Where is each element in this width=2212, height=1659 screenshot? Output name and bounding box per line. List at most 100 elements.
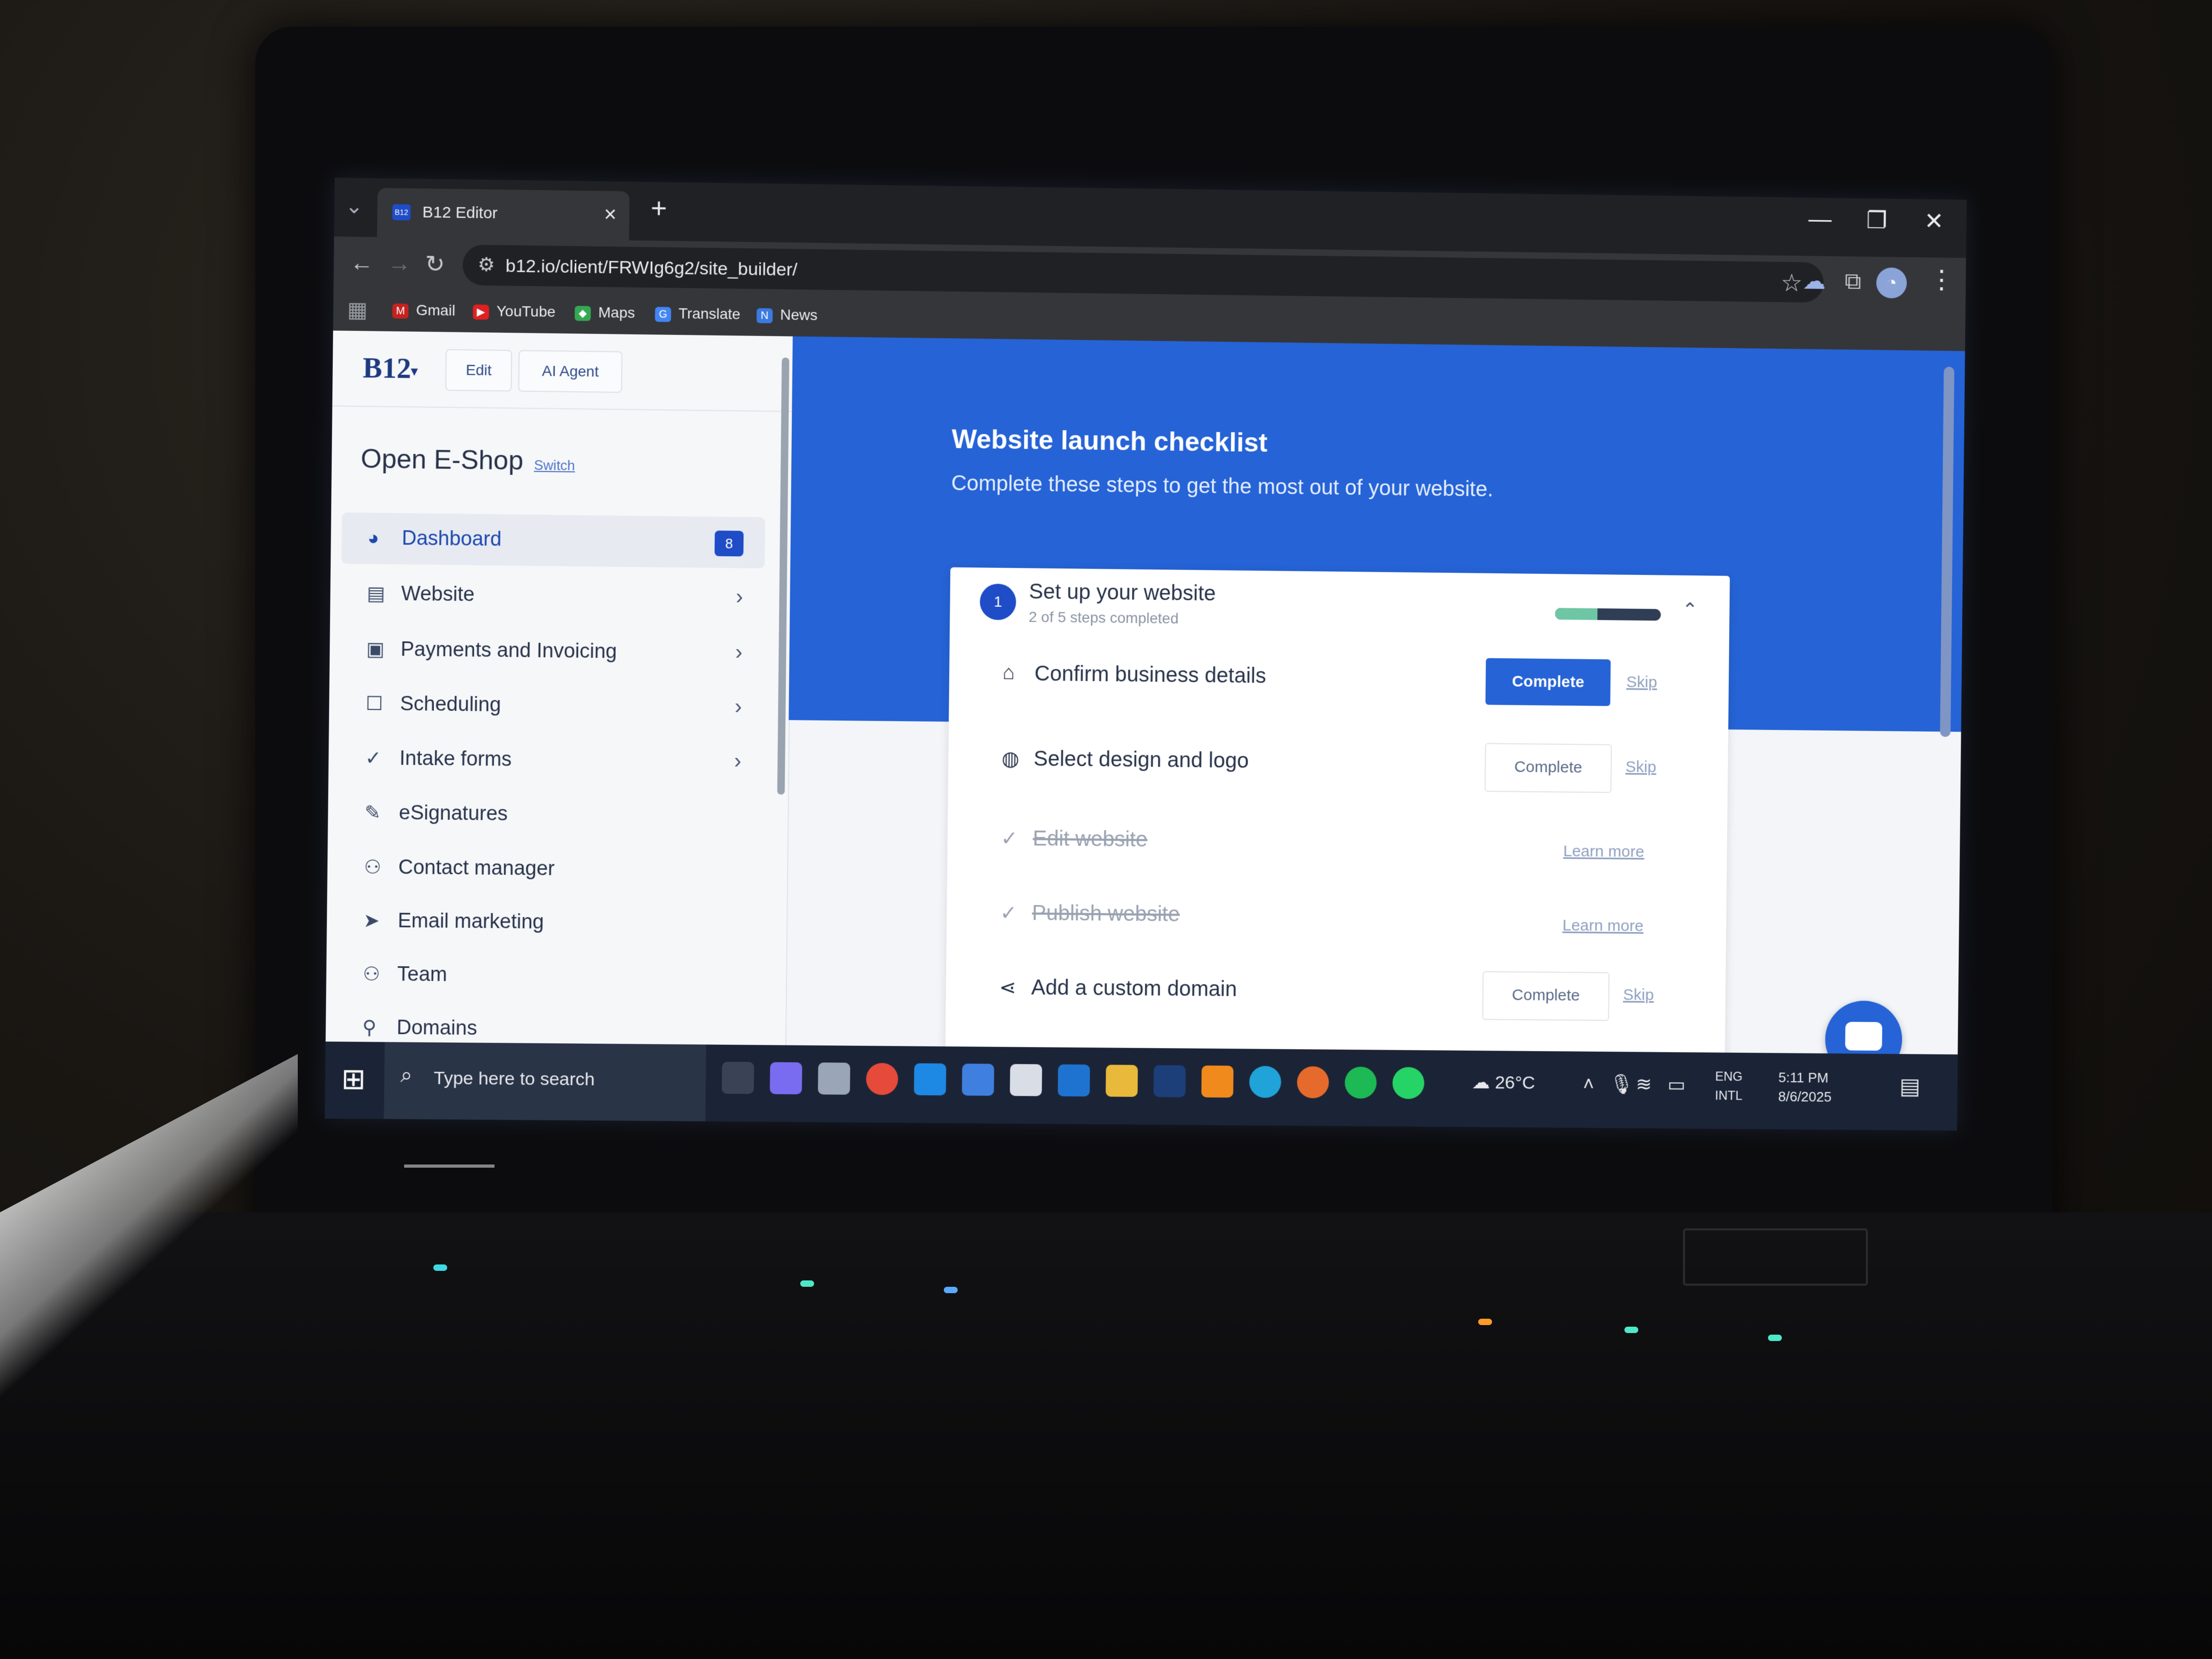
wifi-icon[interactable]: ≋ bbox=[1636, 1073, 1652, 1095]
status-led bbox=[1768, 1335, 1782, 1341]
windows-start-icon[interactable]: ⊞ bbox=[341, 1062, 366, 1096]
browser-tab[interactable]: B12 B12 Editor × bbox=[377, 188, 630, 241]
bookmark-youtube[interactable]: ▶ YouTube bbox=[473, 303, 556, 321]
app-icon[interactable] bbox=[961, 1063, 994, 1096]
minimize-icon[interactable]: — bbox=[1808, 206, 1832, 233]
laptop-screen: ⌄ B12 B12 Editor × + — ❐ ✕ ← → ↻ ⚙ b12.i… bbox=[324, 178, 1967, 1131]
close-window-icon[interactable]: ✕ bbox=[1924, 208, 1944, 235]
whatsapp-icon[interactable] bbox=[1392, 1067, 1425, 1099]
sidebar-item-label: Team bbox=[397, 963, 448, 986]
app-icon[interactable] bbox=[818, 1062, 851, 1095]
windows-taskbar: ⊞ ⌕ Type here to search ☁ 26°C ˄ 🎙 ≋ ▭ E… bbox=[324, 1041, 1958, 1131]
ai-agent-button[interactable]: AI Agent bbox=[518, 350, 623, 393]
edge-icon[interactable] bbox=[1249, 1066, 1281, 1098]
chevron-right-icon: › bbox=[735, 585, 743, 609]
sidebar-item-contact-manager[interactable]: ⚇ Contact manager bbox=[338, 842, 762, 897]
send-icon: ➤ bbox=[363, 909, 380, 932]
sidebar-item-label: eSignatures bbox=[399, 801, 508, 825]
extension-icon[interactable]: ☁ bbox=[1803, 267, 1826, 295]
complete-button[interactable]: Complete bbox=[1484, 743, 1612, 793]
notification-icon[interactable]: ▤ bbox=[1899, 1073, 1921, 1099]
sidebar-item-label: Domains bbox=[396, 1016, 477, 1040]
extensions-puzzle-icon[interactable]: ⧉ bbox=[1845, 268, 1862, 295]
language-indicator[interactable]: ENG INTL bbox=[1715, 1067, 1742, 1105]
status-led bbox=[433, 1264, 447, 1271]
sidebar-item-payments[interactable]: ▣ Payments and Invoicing › bbox=[340, 624, 764, 680]
sidebar-item-email-marketing[interactable]: ➤ Email marketing bbox=[337, 895, 761, 950]
status-led bbox=[944, 1287, 958, 1293]
switch-link[interactable]: Switch bbox=[534, 457, 575, 473]
site-info-icon[interactable]: ⚙ bbox=[477, 253, 495, 276]
b12-favicon-icon: B12 bbox=[392, 204, 411, 221]
tab-search-icon[interactable]: ⌄ bbox=[345, 194, 363, 219]
sidebar-item-intake-forms[interactable]: ✓ Intake forms › bbox=[339, 733, 763, 788]
back-icon[interactable]: ← bbox=[350, 249, 374, 276]
status-led bbox=[800, 1280, 814, 1287]
dashboard-icon: ◕ bbox=[367, 526, 380, 549]
taskbar-clock[interactable]: 5:11 PM 8/6/2025 bbox=[1778, 1068, 1832, 1106]
restore-icon[interactable]: ❐ bbox=[1866, 207, 1888, 234]
tray-chevron-icon[interactable]: ˄ bbox=[1583, 1073, 1594, 1095]
chevron-right-icon: › bbox=[734, 695, 742, 719]
weather-widget[interactable]: ☁ 26°C bbox=[1472, 1072, 1535, 1094]
sidebar-item-label: Contact manager bbox=[398, 856, 555, 880]
bookmark-label: Gmail bbox=[416, 301, 456, 319]
bookmark-gmail[interactable]: M Gmail bbox=[392, 301, 456, 320]
edit-button[interactable]: Edit bbox=[445, 349, 513, 392]
complete-button[interactable]: Complete bbox=[1485, 658, 1611, 706]
bookmark-news[interactable]: N News bbox=[756, 306, 818, 324]
bookmark-star-icon[interactable]: ☆ bbox=[1781, 268, 1803, 297]
outlook-icon[interactable] bbox=[1058, 1064, 1090, 1097]
sidebar-scrollbar[interactable] bbox=[777, 357, 790, 795]
sidebar-item-team[interactable]: ⚇ Team bbox=[337, 949, 760, 1003]
microphone-icon[interactable]: 🎙 bbox=[1610, 1073, 1634, 1095]
tab-close-icon[interactable]: × bbox=[604, 203, 617, 227]
skip-link[interactable]: Skip bbox=[1623, 986, 1654, 1004]
youtube-icon: ▶ bbox=[473, 304, 489, 320]
file-explorer-icon[interactable] bbox=[1105, 1065, 1138, 1097]
vscode-icon[interactable] bbox=[914, 1063, 946, 1096]
vlc-icon[interactable] bbox=[1201, 1065, 1234, 1098]
browser-menu-icon[interactable]: ⋮ bbox=[1929, 265, 1954, 295]
forward-icon[interactable]: → bbox=[388, 250, 412, 277]
skip-link[interactable]: Skip bbox=[1626, 673, 1657, 691]
firefox-icon[interactable] bbox=[1296, 1066, 1329, 1099]
complete-button[interactable]: Complete bbox=[1482, 971, 1610, 1021]
new-tab-icon[interactable]: + bbox=[651, 192, 667, 225]
store-icon[interactable] bbox=[1010, 1063, 1042, 1096]
bookmark-maps[interactable]: ◆ Maps bbox=[574, 304, 635, 322]
photoshop-icon[interactable] bbox=[1153, 1065, 1186, 1097]
row-label: Publish website bbox=[1032, 901, 1180, 926]
chevron-up-icon[interactable]: ⌃ bbox=[1682, 599, 1698, 621]
status-led bbox=[1478, 1319, 1492, 1325]
spotify-icon[interactable] bbox=[1344, 1066, 1377, 1099]
sidebar-item-website[interactable]: ▤ Website › bbox=[341, 568, 765, 624]
sidebar-item-label: Email marketing bbox=[397, 909, 544, 934]
copilot-icon[interactable] bbox=[769, 1062, 802, 1095]
task-view-icon[interactable] bbox=[722, 1061, 755, 1094]
domains-icon: ⚲ bbox=[362, 1016, 377, 1038]
translate-icon: G bbox=[655, 306, 672, 322]
chrome-icon[interactable] bbox=[866, 1062, 899, 1095]
status-panel bbox=[1683, 1228, 1868, 1286]
apps-grid-icon[interactable]: ▦ bbox=[347, 298, 368, 323]
profile-avatar[interactable]: ◔ bbox=[1876, 267, 1907, 299]
sidebar-item-esignatures[interactable]: ✎ eSignatures bbox=[339, 787, 763, 842]
laptop-base bbox=[0, 1212, 2212, 1659]
skip-link[interactable]: Skip bbox=[1626, 758, 1656, 776]
news-icon: N bbox=[756, 308, 773, 323]
sidebar-item-dashboard[interactable]: ◕ Dashboard 8 bbox=[341, 512, 766, 568]
learn-more-link[interactable]: Learn more bbox=[1562, 917, 1644, 935]
sidebar-item-label: Dashboard bbox=[401, 527, 502, 551]
sidebar-item-scheduling[interactable]: ☐ Scheduling › bbox=[340, 678, 764, 733]
battery-icon[interactable]: ▭ bbox=[1668, 1074, 1686, 1096]
bookmark-translate[interactable]: G Translate bbox=[655, 305, 741, 323]
search-icon: ⌕ bbox=[400, 1063, 413, 1087]
taskbar-search[interactable]: ⌕ Type here to search bbox=[383, 1042, 707, 1121]
language-line-2: INTL bbox=[1715, 1088, 1742, 1103]
shop-name-text: Open E-Shop bbox=[361, 443, 524, 476]
b12-logo[interactable]: B12▾ bbox=[363, 351, 418, 386]
learn-more-link[interactable]: Learn more bbox=[1563, 842, 1645, 861]
reload-icon[interactable]: ↻ bbox=[425, 250, 445, 278]
chat-button[interactable] bbox=[1824, 1000, 1903, 1055]
